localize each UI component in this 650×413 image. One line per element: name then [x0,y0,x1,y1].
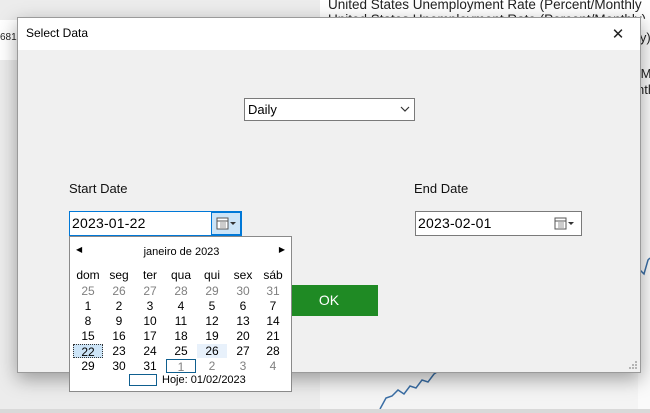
next-month-button[interactable]: ▶ [279,245,285,254]
calendar-day[interactable]: 4 [258,359,288,373]
end-date-label: End Date [414,181,469,196]
background-chart-title: United States Unemployment Rate (Percent… [328,0,642,12]
today-marker-icon [129,374,157,386]
end-date-dropdown-button[interactable] [550,213,580,234]
calendar-day[interactable]: 26 [104,284,134,298]
calendar-day[interactable]: 29 [73,359,103,373]
resize-grip-icon[interactable] [628,360,638,370]
calendar-day[interactable]: 13 [228,314,258,328]
background-left-text: 681 [0,32,17,43]
calendar-day[interactable]: 2 [197,359,227,373]
calendar-day[interactable]: 6 [228,299,258,313]
calendar-day[interactable]: 23 [104,344,134,358]
calendar-day[interactable]: 26 [197,344,227,358]
calendar-day[interactable]: 27 [135,284,165,298]
weekday-header: qua [170,268,192,282]
weekday-header: sáb [263,268,283,282]
calendar-icon [554,217,574,230]
chevron-down-icon [400,106,410,112]
ok-button[interactable]: OK [280,285,378,316]
calendar-day[interactable]: 24 [135,344,165,358]
calendar-day[interactable]: 15 [73,329,103,343]
dialog-title: Select Data [26,26,89,40]
calendar-day[interactable]: 29 [197,284,227,298]
weekday-header: seg [109,268,129,282]
calendar-day[interactable]: 1 [166,359,196,374]
calendar-day[interactable]: 25 [166,344,196,358]
end-date-value: 2023-02-01 [418,215,492,231]
calendar-day[interactable]: 18 [166,329,196,343]
calendar-day[interactable]: 14 [258,314,288,328]
frequency-select[interactable]: Daily [244,98,415,121]
calendar-day[interactable]: 7 [258,299,288,313]
weekday-header: sex [233,268,253,282]
calendar-day[interactable]: 31 [135,359,165,373]
calendar-day[interactable]: 3 [135,299,165,313]
calendar-day[interactable]: 19 [197,329,227,343]
calendar-day[interactable]: 30 [104,359,134,373]
weekday-header: dom [76,268,100,282]
calendar-icon [216,217,236,230]
calendar-day[interactable]: 31 [258,284,288,298]
start-date-dropdown-button[interactable] [211,212,241,235]
calendar-day[interactable]: 28 [258,344,288,358]
calendar-day[interactable]: 16 [104,329,134,343]
start-date-label: Start Date [69,181,128,196]
start-date-picker[interactable]: 2023-01-22 [69,211,242,236]
calendar-day[interactable]: 10 [135,314,165,328]
today-link[interactable]: Hoje: 01/02/2023 [162,374,246,386]
calendar-day[interactable]: 4 [166,299,196,313]
start-date-value: 2023-01-22 [72,215,146,231]
calendar-day[interactable]: 25 [73,284,103,298]
weekday-header: ter [142,268,157,282]
weekday-header: qui [203,268,220,282]
calendar-day[interactable]: 30 [228,284,258,298]
calendar-day[interactable]: 22 [73,344,103,359]
dialog-titlebar[interactable]: Select Data ✕ [18,18,640,50]
calendar-day[interactable]: 12 [197,314,227,328]
calendar-day[interactable]: 5 [197,299,227,313]
calendar-day[interactable]: 27 [228,344,258,358]
calendar-day[interactable]: 11 [166,314,196,328]
calendar-day[interactable]: 1 [73,299,103,313]
end-date-picker[interactable]: 2023-02-01 [415,211,582,236]
calendar-day[interactable]: 17 [135,329,165,343]
calendar-day[interactable]: 3 [228,359,258,373]
calendar-day[interactable]: 21 [258,329,288,343]
calendar-day[interactable]: 8 [73,314,103,328]
close-button[interactable]: ✕ [596,18,640,50]
frequency-select-value: Daily [248,102,277,117]
calendar-day[interactable]: 20 [228,329,258,343]
calendar-day[interactable]: 2 [104,299,134,313]
calendar-month-label[interactable]: janeiro de 2023 [70,246,293,258]
calendar-day[interactable]: 9 [104,314,134,328]
calendar-day[interactable]: 28 [166,284,196,298]
start-date-calendar-dropdown: ◀ janeiro de 2023 ▶ dom seg ter qua qui sex sá… [69,236,292,392]
